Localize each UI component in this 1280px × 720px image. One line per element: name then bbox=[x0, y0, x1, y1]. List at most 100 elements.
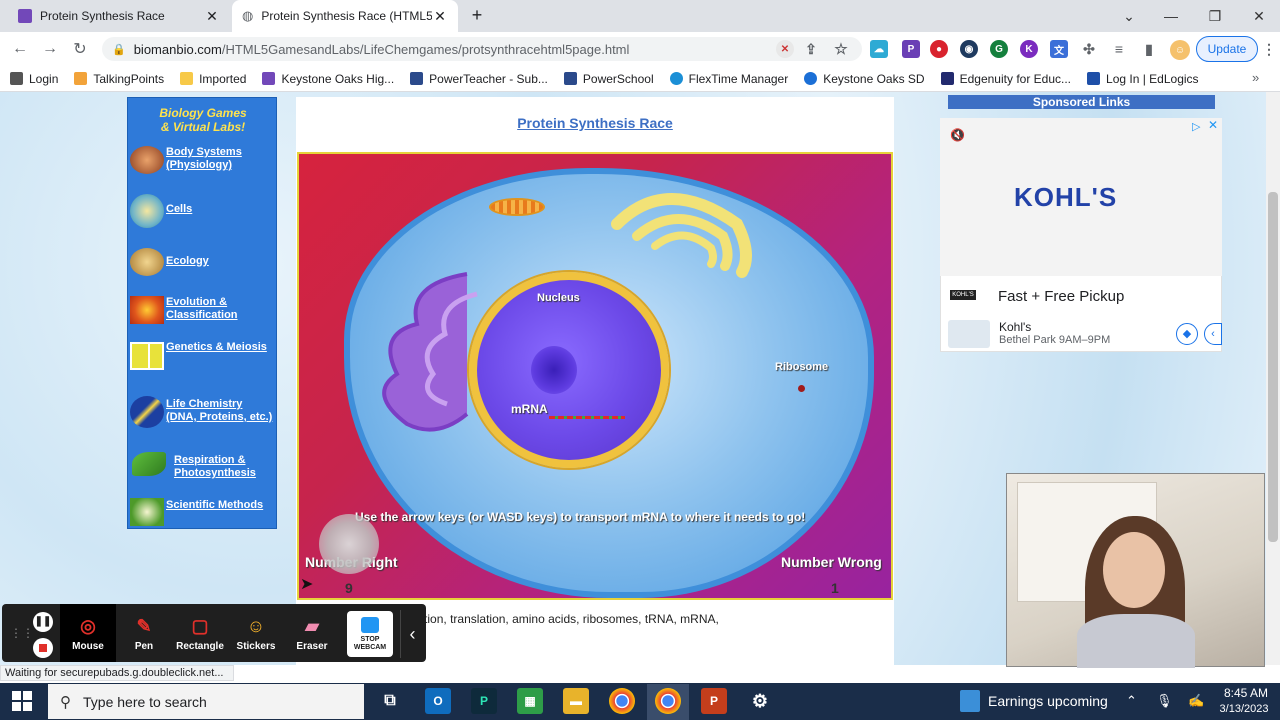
sidebar-item-cells[interactable]: Cells bbox=[166, 203, 278, 216]
sidebar-item-ecology[interactable]: Ecology bbox=[166, 255, 278, 268]
close-tab-icon[interactable]: ✕ bbox=[204, 8, 220, 25]
scientific-methods-icon[interactable] bbox=[130, 498, 164, 526]
rectangle-icon: ▢ bbox=[191, 616, 209, 636]
reload-icon[interactable]: ↻ bbox=[68, 37, 92, 61]
profile-avatar[interactable]: ☺ bbox=[1170, 40, 1190, 60]
directions-icon[interactable]: ◆ bbox=[1176, 323, 1198, 345]
bookmark-powerschool[interactable]: PowerSchool bbox=[563, 72, 654, 86]
close-window-button[interactable]: ✕ bbox=[1236, 0, 1280, 32]
extension-translate-icon[interactable]: 文 bbox=[1050, 40, 1068, 58]
news-widget-text[interactable]: Earnings upcoming bbox=[988, 693, 1108, 709]
sidebar-item-respiration[interactable]: Respiration & Photosynthesis bbox=[174, 454, 286, 480]
address-bar[interactable]: 🔒 biomanbio.com/HTML5GamesandLabs/LifeCh… bbox=[102, 37, 862, 61]
extension-globe-icon[interactable]: ◉ bbox=[960, 40, 978, 58]
respiration-icon[interactable] bbox=[132, 452, 166, 476]
share-icon[interactable]: ⇪ bbox=[802, 40, 820, 58]
pause-button[interactable]: ❚❚ bbox=[33, 612, 53, 632]
sidebar-item-genetics[interactable]: Genetics & Meiosis bbox=[166, 341, 278, 354]
blocked-popup-icon[interactable]: ✕ bbox=[776, 40, 794, 58]
restore-button[interactable]: ❐ bbox=[1192, 0, 1238, 32]
rectangle-tool-button[interactable]: ▢ Rectangle bbox=[172, 604, 228, 662]
bookmark-edgenuity[interactable]: Edgenuity for Educ... bbox=[940, 72, 1071, 86]
more-bookmarks-icon[interactable]: » bbox=[1252, 70, 1259, 85]
settings-gear-icon[interactable]: ⚙ bbox=[747, 688, 773, 714]
tray-chevron-icon[interactable]: ⌃ bbox=[1126, 693, 1137, 709]
life-chemistry-icon[interactable] bbox=[130, 396, 164, 428]
ad-prev-icon[interactable]: ‹ bbox=[1204, 323, 1222, 345]
bookmark-label: Imported bbox=[199, 71, 247, 86]
bookmark-powerteacher[interactable]: PowerTeacher - Sub... bbox=[410, 72, 548, 86]
ecology-icon[interactable] bbox=[130, 248, 164, 276]
taskbar-date[interactable]: 3/13/2023 bbox=[1216, 703, 1272, 715]
chrome-active-icon[interactable] bbox=[655, 688, 681, 714]
tab-search-icon[interactable]: ⌄ bbox=[1106, 0, 1152, 32]
sidebar-item-life-chemistry[interactable]: Life Chemistry (DNA, Proteins, etc.) bbox=[166, 398, 278, 424]
adchoices-icon[interactable]: ▷ bbox=[1192, 120, 1200, 133]
forward-arrow-icon[interactable]: → bbox=[38, 37, 62, 61]
cells-icon[interactable] bbox=[130, 194, 164, 228]
stickers-tool-button[interactable]: ☺ Stickers bbox=[228, 604, 284, 662]
task-view-icon[interactable]: ⧉ bbox=[377, 688, 403, 714]
drag-handle-icon[interactable]: ⋮⋮ bbox=[10, 626, 34, 640]
mrna-strand[interactable] bbox=[549, 416, 625, 419]
mute-icon[interactable]: 🔇 bbox=[950, 128, 965, 142]
sidebar-item-scientific-methods[interactable]: Scientific Methods bbox=[166, 499, 278, 512]
classroom-icon[interactable]: ▦ bbox=[517, 688, 543, 714]
chrome-icon[interactable] bbox=[609, 688, 635, 714]
eraser-icon: ▰ bbox=[305, 616, 319, 636]
extension-cloud-icon[interactable]: ☁ bbox=[870, 40, 888, 58]
taskbar-time[interactable]: 8:45 AM bbox=[1220, 686, 1272, 700]
windows-start-icon[interactable] bbox=[12, 691, 32, 711]
extension-k-icon[interactable]: K bbox=[1020, 40, 1038, 58]
mouse-tool-button[interactable]: ◎ Mouse bbox=[60, 604, 116, 662]
extensions-puzzle-icon[interactable]: ✣ bbox=[1080, 40, 1098, 58]
genetics-icon[interactable] bbox=[130, 342, 164, 370]
pen-workspace-icon[interactable]: ✍ bbox=[1188, 693, 1204, 709]
game-title-link[interactable]: Protein Synthesis Race bbox=[296, 115, 894, 131]
bookmark-edlogics[interactable]: Log In | EdLogics bbox=[1087, 72, 1199, 86]
ad-close-icon[interactable]: ✕ bbox=[1208, 118, 1218, 132]
extension-p-icon[interactable]: P bbox=[902, 40, 920, 58]
eraser-tool-button[interactable]: ▰ Eraser bbox=[284, 604, 340, 662]
bookmark-star-icon[interactable]: ☆ bbox=[832, 40, 850, 58]
peardeck-icon[interactable]: P bbox=[471, 688, 497, 714]
reading-list-icon[interactable]: ≡ bbox=[1110, 40, 1128, 58]
powerpoint-icon[interactable]: P bbox=[701, 688, 727, 714]
microphone-icon[interactable]: 🎙 bbox=[1156, 693, 1173, 709]
sidebar-item-body-systems[interactable]: Body Systems (Physiology) bbox=[166, 146, 278, 172]
bookmark-login[interactable]: Login bbox=[10, 72, 58, 86]
bookmark-imported[interactable]: Imported bbox=[180, 72, 246, 86]
scrollbar-thumb[interactable] bbox=[1268, 192, 1278, 542]
game-canvas[interactable]: Nucleus mRNA Ribosome Use the arrow keys… bbox=[297, 152, 893, 600]
stop-webcam-button[interactable]: STOP WEBCAM bbox=[347, 611, 393, 657]
map-thumbnail[interactable] bbox=[948, 320, 990, 348]
ad-headline[interactable]: Fast + Free Pickup bbox=[998, 288, 1124, 305]
collapse-toolbar-icon[interactable]: ‹ bbox=[400, 610, 424, 658]
tab-protein-synthesis-race[interactable]: Protein Synthesis Race ✕ bbox=[8, 0, 230, 32]
back-arrow-icon[interactable]: ← bbox=[8, 37, 32, 61]
extension-red-icon[interactable]: ● bbox=[930, 40, 948, 58]
tab-protein-synthesis-race-html5[interactable]: ◍ Protein Synthesis Race (HTML5) ✕ bbox=[232, 0, 458, 32]
bookmark-keystone-oaks-sd[interactable]: Keystone Oaks SD bbox=[804, 72, 925, 86]
sis-icon bbox=[410, 72, 424, 85]
stop-record-button[interactable] bbox=[33, 638, 53, 658]
sidebar-item-evolution[interactable]: Evolution & Classification bbox=[166, 296, 278, 322]
evolution-icon[interactable] bbox=[130, 296, 164, 324]
new-tab-button[interactable]: + bbox=[466, 4, 488, 26]
minimize-button[interactable]: — bbox=[1148, 0, 1194, 32]
taskbar-search-box[interactable]: ⚲ Type here to search bbox=[48, 684, 364, 719]
pen-tool-button[interactable]: ✎ Pen bbox=[116, 604, 172, 662]
side-panel-icon[interactable]: ▮ bbox=[1140, 40, 1158, 58]
extension-g-icon[interactable]: G bbox=[990, 40, 1008, 58]
close-tab-icon[interactable]: ✕ bbox=[432, 8, 448, 25]
more-menu-icon[interactable]: ⋮ bbox=[1260, 40, 1278, 58]
update-button[interactable]: Update bbox=[1196, 36, 1258, 62]
outlook-icon[interactable]: O bbox=[425, 688, 451, 714]
file-explorer-icon[interactable]: ▬ bbox=[563, 688, 589, 714]
news-widget-icon[interactable] bbox=[960, 690, 980, 712]
page-scrollbar[interactable] bbox=[1266, 92, 1280, 665]
bookmark-flextime[interactable]: FlexTime Manager bbox=[669, 72, 788, 86]
body-systems-icon[interactable] bbox=[130, 146, 164, 174]
bookmark-talkingpoints[interactable]: TalkingPoints bbox=[74, 72, 164, 86]
bookmark-keystone-oaks-high[interactable]: Keystone Oaks Hig... bbox=[262, 72, 394, 86]
